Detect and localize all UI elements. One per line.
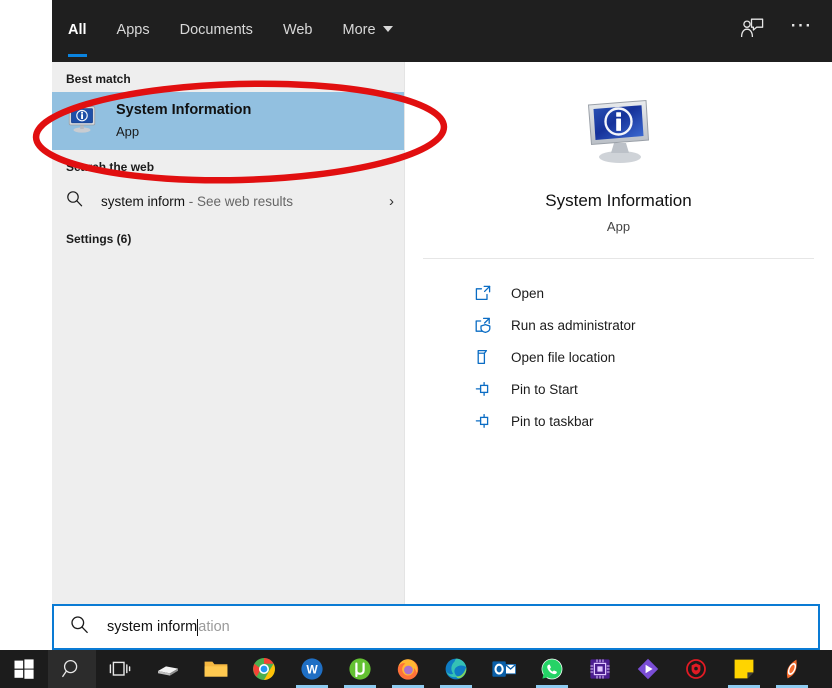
chevron-right-icon[interactable]: › [389, 193, 394, 210]
system-information-icon [66, 104, 98, 139]
whatsapp-icon [539, 656, 565, 682]
best-match-title: System Information [116, 102, 252, 118]
web-result-suffix: - See web results [185, 193, 294, 209]
search-icon [66, 190, 83, 212]
open-icon [473, 283, 493, 303]
tab-apps-label: Apps [116, 22, 150, 38]
file-explorer-app[interactable] [192, 650, 240, 688]
origin-icon [779, 656, 805, 682]
ellipsis-icon[interactable]: ⋯ [790, 14, 815, 36]
origin-app[interactable] [768, 650, 816, 688]
action-pin-to-taskbar[interactable]: Pin to taskbar [405, 405, 832, 437]
header-actions: ⋯ [740, 0, 815, 62]
outlook-icon [491, 656, 517, 682]
3d-viewer-app[interactable] [144, 650, 192, 688]
sticky-note-icon [731, 656, 757, 682]
web-result-query: system inform [101, 193, 186, 209]
firefox-icon [395, 656, 421, 682]
firefox-app[interactable] [384, 650, 432, 688]
task-view-button[interactable] [96, 650, 144, 688]
preview-subtitle: App [606, 219, 631, 234]
svg-text:W: W [306, 663, 318, 677]
tab-apps[interactable]: Apps [117, 22, 150, 40]
3d-object-icon [155, 656, 181, 682]
windows-logo-icon [11, 656, 37, 682]
best-match-subtitle: App [116, 124, 140, 139]
chip-icon [587, 656, 613, 682]
action-list: Open Run as administrator Open file loca… [405, 259, 832, 437]
tab-web-label: Web [282, 22, 313, 38]
sticky-notes-app[interactable] [720, 650, 768, 688]
action-open-label: Open [511, 285, 545, 301]
action-pin-to-taskbar-label: Pin to taskbar [511, 413, 594, 429]
action-open-file-location[interactable]: Open file location [405, 341, 832, 373]
utorrent-app[interactable] [336, 650, 384, 688]
best-match-result-item[interactable]: System Information App [52, 92, 404, 150]
action-open[interactable]: Open [405, 277, 832, 309]
best-match-texts: System Information App [116, 101, 251, 141]
action-pin-to-start[interactable]: Pin to Start [405, 373, 832, 405]
pin-icon [473, 379, 493, 399]
antivirus-app[interactable] [672, 650, 720, 688]
shield-admin-icon [473, 315, 493, 335]
web-result-item[interactable]: system inform - See web results › [52, 180, 404, 222]
tab-more[interactable]: More [343, 22, 393, 40]
person-feedback-icon[interactable] [740, 18, 764, 45]
search-the-web-label: Search the web [66, 160, 155, 174]
chevron-down-icon [382, 26, 393, 33]
pin-icon [473, 411, 493, 431]
tab-all-label: All [68, 22, 87, 38]
search-input[interactable]: system inform ation [52, 604, 820, 650]
chrome-app[interactable] [240, 650, 288, 688]
whatsapp-app[interactable] [528, 650, 576, 688]
edge-app[interactable] [432, 650, 480, 688]
action-pin-to-start-label: Pin to Start [511, 381, 578, 397]
action-run-as-administrator-label: Run as administrator [511, 317, 636, 333]
folder-icon [203, 656, 229, 682]
search-suggestion-text: ation [198, 619, 230, 635]
task-view-icon [107, 656, 133, 682]
preview-hero: System Information App [405, 62, 832, 234]
tab-web[interactable]: Web [283, 22, 313, 40]
edge-icon [443, 656, 469, 682]
results-pane: Best match System Information App Search… [52, 62, 404, 604]
tab-all[interactable]: All [68, 22, 87, 57]
cpu-monitor-app[interactable] [576, 650, 624, 688]
preview-pane: System Information App Open Run as admin… [404, 62, 832, 604]
taskbar: W [0, 650, 832, 688]
action-run-as-administrator[interactable]: Run as administrator [405, 309, 832, 341]
search-icon [70, 615, 89, 639]
red-shield-icon [683, 656, 709, 682]
preview-title: System Information [545, 191, 692, 210]
search-icon [59, 656, 85, 682]
action-open-file-location-label: Open file location [511, 349, 616, 365]
search-flyout-panel: All Apps Documents Web More ⋯ Best match… [52, 0, 832, 604]
search-typed-text: system inform [107, 619, 198, 635]
play-diamond-icon [635, 656, 661, 682]
media-player-app[interactable] [624, 650, 672, 688]
search-tabs: All Apps Documents Web More [68, 0, 423, 62]
start-button[interactable] [0, 650, 48, 688]
tab-more-label: More [342, 22, 376, 38]
tab-documents-label: Documents [179, 22, 253, 38]
wondershare-app[interactable]: W [288, 650, 336, 688]
search-button[interactable] [48, 650, 96, 688]
search-header: All Apps Documents Web More ⋯ [52, 0, 832, 62]
system-information-icon [582, 99, 656, 170]
search-input-text: system inform ation [107, 618, 230, 636]
settings-section-label: Settings (6) [66, 232, 132, 246]
w-circle-icon: W [299, 656, 325, 682]
outlook-app[interactable] [480, 650, 528, 688]
web-result-text: system inform - See web results [101, 194, 389, 209]
utorrent-icon [347, 656, 373, 682]
folder-location-icon [473, 347, 493, 367]
chrome-icon [251, 656, 277, 682]
tab-documents[interactable]: Documents [180, 22, 253, 40]
best-match-label: Best match [66, 72, 131, 86]
